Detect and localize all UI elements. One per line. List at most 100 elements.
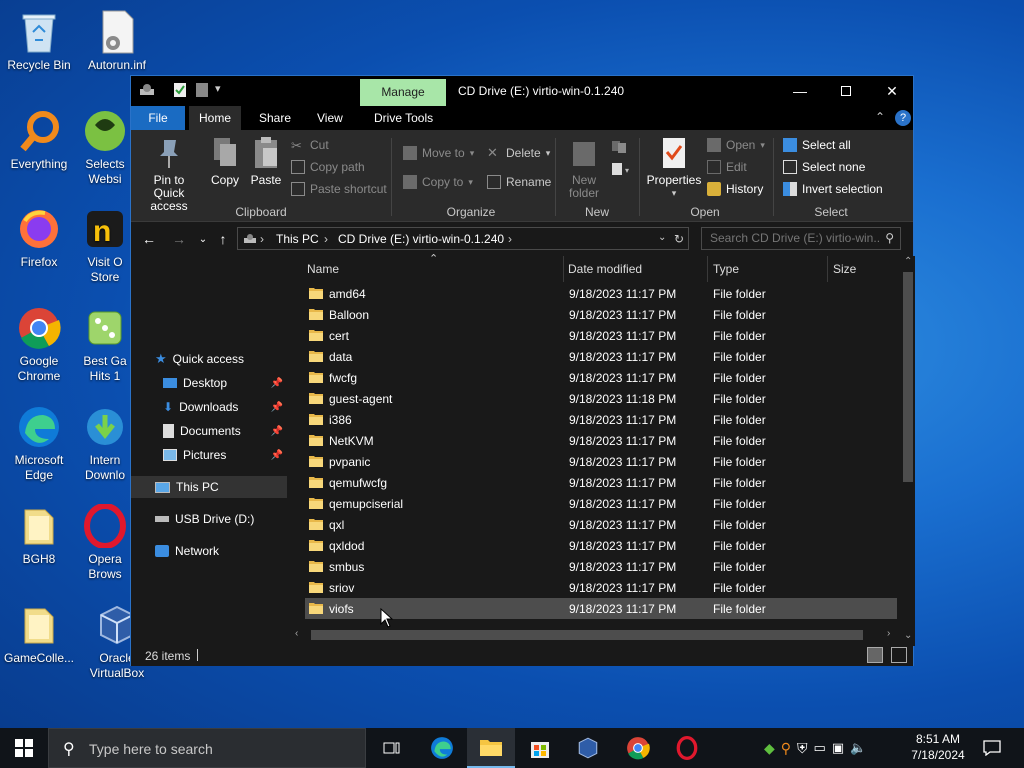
desktop-icon-visit-store[interactable]: n Visit O Store [79, 205, 131, 285]
taskbar-app-edge[interactable] [418, 728, 466, 768]
details-view-icon[interactable] [867, 647, 883, 663]
file-row[interactable]: sriov 9/18/2023 11:17 PM File folder [305, 577, 897, 598]
easy-access-icon[interactable]: ▾ [611, 162, 633, 179]
file-row[interactable]: fwcfg 9/18/2023 11:17 PM File folder [305, 367, 897, 388]
taskbar-search-box[interactable]: ⚲ Type here to search [48, 728, 366, 768]
move-to-button[interactable]: Move to ▾ [403, 144, 474, 162]
taskbar-app-file-explorer[interactable] [467, 728, 515, 768]
rename-button[interactable]: Rename [487, 173, 551, 191]
large-icons-view-icon[interactable] [891, 647, 907, 663]
task-view-button[interactable] [368, 728, 416, 768]
nav-network[interactable]: Network [155, 540, 285, 562]
paste-shortcut-button[interactable]: Paste shortcut [291, 180, 387, 198]
desktop-icon-everything[interactable]: Everything [1, 107, 77, 172]
tab-file[interactable]: File [131, 106, 185, 130]
minimize-button[interactable]: — [777, 76, 823, 106]
taskbar-app-store[interactable] [516, 728, 564, 768]
back-button[interactable]: ← [139, 229, 159, 249]
forward-button[interactable]: → [169, 229, 189, 249]
tray-app-icon[interactable]: ◆ [764, 740, 775, 757]
tab-home[interactable]: Home [189, 106, 242, 130]
start-button[interactable] [0, 728, 48, 768]
delete-button[interactable]: ✕ Delete ▾ [487, 144, 550, 162]
customize-qat-icon[interactable]: ▾ [215, 82, 221, 95]
desktop-icon-bgh8[interactable]: BGH8 [1, 502, 77, 567]
new-folder-button[interactable]: New folder [561, 136, 607, 200]
file-row[interactable]: i386 9/18/2023 11:17 PM File folder [305, 409, 897, 430]
volume-muted-icon[interactable]: 🔈 [850, 740, 866, 756]
column-divider[interactable] [827, 256, 828, 282]
tab-view[interactable]: View [307, 106, 353, 130]
desktop-icon-gamecollection[interactable]: GameColle... [1, 601, 77, 666]
new-folder-quick-icon[interactable] [195, 82, 209, 101]
pin-to-quick-access-button[interactable]: Pin to Quick access [137, 136, 201, 213]
desktop-icon-selects[interactable]: Selects Websi [79, 107, 131, 187]
up-button[interactable]: ↑ [213, 229, 233, 249]
desktop-icon-chrome[interactable]: Google Chrome [1, 304, 77, 384]
search-input[interactable] [710, 231, 880, 245]
desktop-icon-internet-download[interactable]: Intern Downlo [79, 403, 131, 483]
horizontal-scroll-thumb[interactable] [311, 630, 863, 640]
file-row[interactable]: qxl 9/18/2023 11:17 PM File folder [305, 514, 897, 535]
column-header-date[interactable]: Date modified [568, 262, 642, 276]
network-icon[interactable]: ▣ [832, 740, 844, 756]
close-button[interactable]: ✕ [869, 76, 915, 106]
help-icon[interactable]: ? [895, 110, 911, 126]
desktop-icon-firefox[interactable]: Firefox [1, 205, 77, 270]
taskbar-app-opera[interactable] [663, 728, 711, 768]
chevron-up-icon[interactable]: ⌃ [875, 110, 885, 124]
select-all-button[interactable]: Select all [783, 136, 851, 154]
nav-this-pc[interactable]: This PC [131, 476, 287, 498]
file-row[interactable]: NetKVM 9/18/2023 11:17 PM File folder [305, 430, 897, 451]
invert-selection-button[interactable]: Invert selection [783, 180, 883, 198]
properties-button[interactable]: Properties ▾ [645, 136, 703, 200]
breadcrumb-cd-drive[interactable]: CD Drive (E:) virtio-win-0.1.240 [338, 232, 504, 246]
usb-eject-icon[interactable]: ▭ [814, 740, 826, 756]
open-button[interactable]: Open ▾ [707, 136, 765, 154]
select-none-button[interactable]: Select none [783, 158, 865, 176]
file-row[interactable]: pvpanic 9/18/2023 11:17 PM File folder [305, 451, 897, 472]
recent-locations-button[interactable]: ⌄ [193, 229, 213, 249]
desktop-icon-edge[interactable]: Microsoft Edge [1, 403, 77, 483]
file-row[interactable]: qemufwcfg 9/18/2023 11:17 PM File folder [305, 472, 897, 493]
desktop-icon-autorun[interactable]: Autorun.inf [79, 8, 155, 73]
cut-button[interactable]: ✂ Cut [291, 136, 329, 154]
refresh-icon[interactable]: ↻ [674, 232, 684, 246]
desktop-icon-recycle-bin[interactable]: Recycle Bin [1, 8, 77, 73]
clock[interactable]: 8:51 AM 7/18/2024 [906, 731, 970, 763]
copy-to-button[interactable]: Copy to ▾ [403, 173, 473, 191]
taskbar-app-virtualbox[interactable] [564, 728, 612, 768]
history-button[interactable]: History [707, 180, 763, 198]
nav-pictures[interactable]: Pictures 📌 [163, 444, 287, 466]
vertical-scrollbar[interactable]: ⌃ ⌄ [901, 256, 915, 646]
file-row[interactable]: data 9/18/2023 11:17 PM File folder [305, 346, 897, 367]
desktop-icon-best-games[interactable]: Best Ga Hits 1 [79, 304, 131, 384]
file-row[interactable]: cert 9/18/2023 11:17 PM File folder [305, 325, 897, 346]
file-row[interactable]: qxldod 9/18/2023 11:17 PM File folder [305, 535, 897, 556]
copy-button[interactable]: Copy [207, 136, 243, 187]
tray-search-app-icon[interactable]: ⚲ [781, 740, 791, 757]
column-divider[interactable] [563, 256, 564, 282]
column-header-size[interactable]: Size [833, 262, 856, 276]
column-header-name[interactable]: Name [307, 262, 339, 276]
file-row[interactable]: smbus 9/18/2023 11:17 PM File folder [305, 556, 897, 577]
title-bar[interactable]: ▾ Manage CD Drive (E:) virtio-win-0.1.24… [131, 76, 913, 106]
nav-usb-drive[interactable]: USB Drive (D:) [155, 508, 285, 530]
tab-share[interactable]: Share [249, 106, 301, 130]
nav-downloads[interactable]: ⬇ Downloads 📌 [163, 396, 287, 418]
column-divider[interactable] [707, 256, 708, 282]
nav-quick-access[interactable]: ★ Quick access [155, 348, 285, 370]
file-row[interactable]: amd64 9/18/2023 11:17 PM File folder [305, 283, 897, 304]
address-input[interactable]: › This PC › CD Drive (E:) virtio-win-0.1… [237, 227, 689, 250]
vertical-scroll-thumb[interactable] [903, 272, 913, 482]
column-header-type[interactable]: Type [713, 262, 739, 276]
desktop-icon-opera[interactable]: Opera Brows [79, 502, 131, 582]
new-item-icon[interactable] [611, 140, 627, 157]
nav-desktop[interactable]: Desktop 📌 [163, 372, 287, 394]
breadcrumb-this-pc[interactable]: This PC [276, 232, 319, 246]
horizontal-scrollbar[interactable]: ‹ › [291, 627, 901, 643]
scroll-up-icon[interactable]: ⌃ [904, 256, 912, 267]
file-row[interactable]: guest-agent 9/18/2023 11:18 PM File folder [305, 388, 897, 409]
security-shield-icon[interactable]: ⛨ [797, 740, 808, 757]
tab-manage[interactable]: Manage [360, 79, 446, 106]
